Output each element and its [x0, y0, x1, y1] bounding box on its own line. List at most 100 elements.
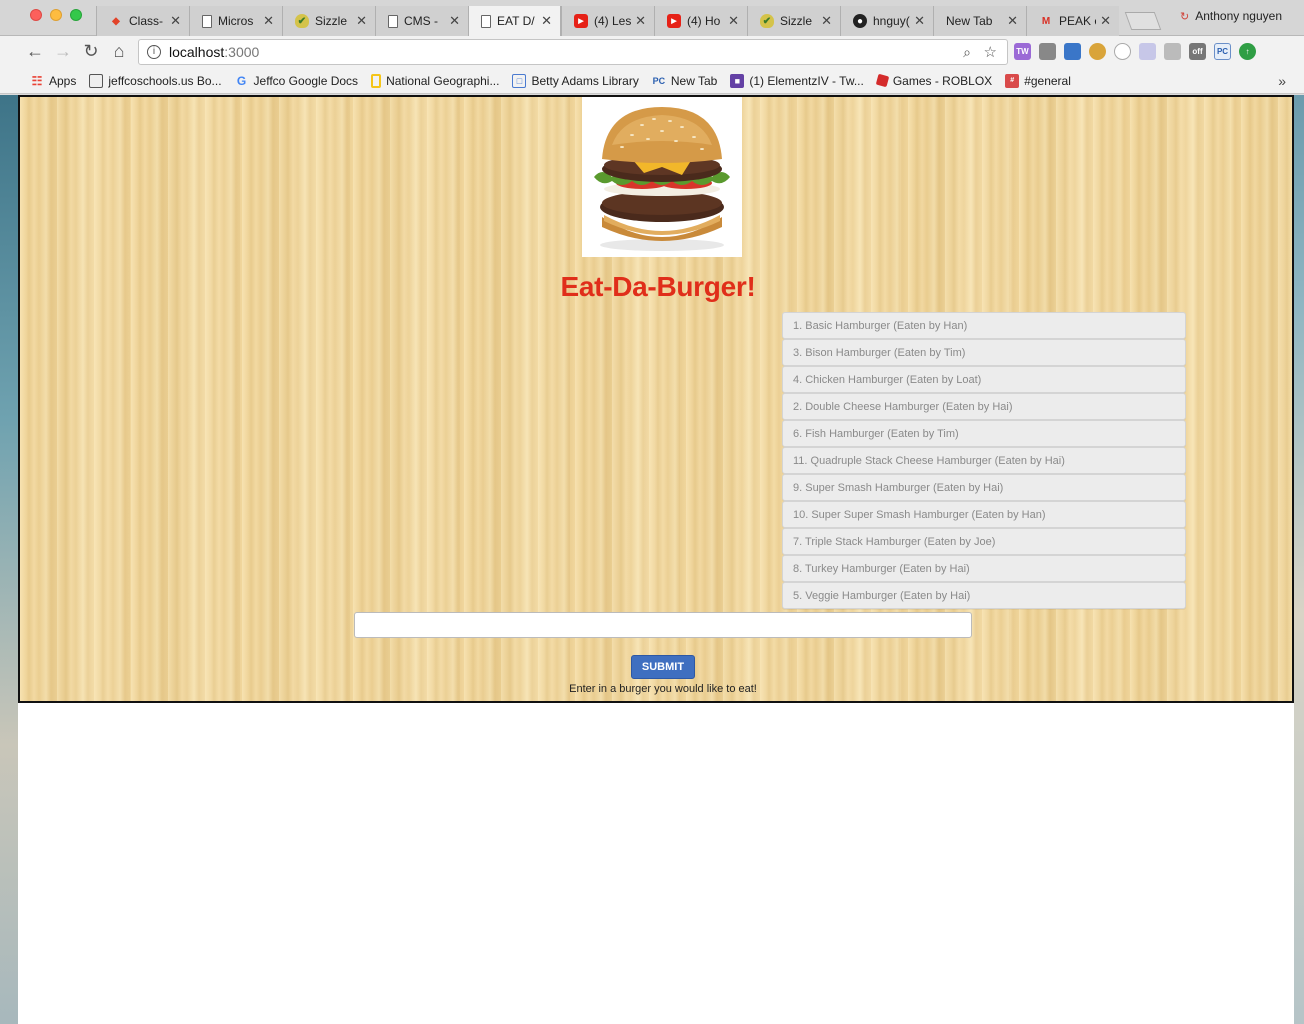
- folder-icon: [89, 73, 104, 88]
- bookmark-2[interactable]: G Jeffco Google Docs: [235, 73, 359, 88]
- tab-label: Class-: [129, 14, 164, 28]
- bookmarks-bar: ☷ Apps jeffcoschools.us Bo... G Jeffco Googl…: [0, 68, 1304, 94]
- bookmark-label: Apps: [49, 73, 77, 88]
- tab-7[interactable]: ✔ Sizzle ✕: [747, 6, 840, 36]
- extension-search-icon[interactable]: [1164, 43, 1181, 60]
- extension-tw-icon[interactable]: TW: [1014, 43, 1031, 60]
- address-host: localhost: [169, 44, 225, 60]
- bookmark-1[interactable]: jeffcoschools.us Bo...: [89, 73, 222, 88]
- bookmark-label: Jeffco Google Docs: [253, 73, 359, 88]
- tab-close-icon[interactable]: ✕: [728, 13, 739, 29]
- burger-name-input[interactable]: [354, 612, 972, 638]
- twitch-icon: ■: [730, 73, 745, 88]
- minimize-window-button[interactable]: [50, 9, 62, 21]
- tab-close-icon[interactable]: ✕: [635, 13, 646, 29]
- tab-label: Sizzle: [780, 14, 813, 28]
- bookmark-7[interactable]: Games - ROBLOX: [875, 73, 992, 88]
- tab-close-icon[interactable]: ✕: [170, 13, 181, 29]
- close-window-button[interactable]: [30, 9, 42, 21]
- slack-icon: #: [1005, 73, 1020, 88]
- reload-icon[interactable]: ↻: [80, 41, 102, 62]
- home-icon[interactable]: ⌂: [108, 41, 130, 62]
- bookmark-star-icon[interactable]: ☆: [984, 43, 997, 61]
- tab-close-icon[interactable]: ✕: [449, 13, 460, 29]
- address-bar[interactable]: i localhost :3000 ⌕ ☆: [138, 39, 1008, 65]
- extension-docs-icon[interactable]: [1139, 43, 1156, 60]
- page-content: Eat-Da-Burger! 1. Basic Hamburger (Eaten…: [18, 95, 1294, 1024]
- burger-list-item: 11. Quadruple Stack Cheese Hamburger (Ea…: [782, 447, 1186, 474]
- bookmark-8[interactable]: # #general: [1005, 73, 1071, 88]
- bookmark-0[interactable]: ☷ Apps: [30, 73, 77, 88]
- tab-label: hnguy(: [873, 14, 910, 28]
- forward-arrow-icon[interactable]: →: [52, 41, 74, 62]
- github-icon: ●: [853, 14, 867, 28]
- extension-update-icon[interactable]: ↑: [1239, 43, 1256, 60]
- tab-close-icon[interactable]: ✕: [541, 13, 552, 29]
- profile-name: Anthony nguyen: [1195, 9, 1282, 23]
- pc-icon: PC: [652, 75, 666, 86]
- extension-globe-icon[interactable]: [1089, 43, 1106, 60]
- zoom-icon[interactable]: ⌕: [963, 44, 971, 61]
- natgeo-icon: [371, 73, 382, 88]
- tab-label: (4) Ho: [687, 14, 721, 28]
- tab-close-icon[interactable]: ✕: [914, 13, 925, 29]
- submit-button[interactable]: SUBMIT: [631, 655, 695, 679]
- bookmark-label: Betty Adams Library: [531, 73, 639, 88]
- document-icon: [202, 14, 212, 28]
- burger-list-item: 2. Double Cheese Hamburger (Eaten by Hai…: [782, 393, 1186, 420]
- burger-list-item: 1. Basic Hamburger (Eaten by Han): [782, 312, 1186, 339]
- page-title: Eat-Da-Burger!: [560, 271, 756, 302]
- back-arrow-icon[interactable]: ←: [24, 41, 46, 62]
- bookmark-4[interactable]: □ Betty Adams Library: [512, 73, 639, 88]
- gitlab-icon: ◆: [112, 15, 120, 27]
- maximize-window-button[interactable]: [70, 9, 82, 21]
- tab-8[interactable]: ● hnguy( ✕: [840, 6, 933, 36]
- tab-10[interactable]: M PEAK e ✕: [1026, 6, 1119, 36]
- tab-3[interactable]: CMS - ✕: [375, 6, 468, 36]
- tab-6[interactable]: ▶ (4) Ho ✕: [654, 6, 747, 36]
- extension-eyedropper-icon[interactable]: [1064, 43, 1081, 60]
- tab-5[interactable]: ▶ (4) Les ✕: [561, 6, 654, 36]
- extension-pocket-icon[interactable]: [1039, 43, 1056, 60]
- tab-label: New Tab: [946, 14, 993, 28]
- burger-list-item: 10. Super Super Smash Hamburger (Eaten b…: [782, 501, 1186, 528]
- window-controls: [30, 9, 82, 21]
- bookmark-label: jeffcoschools.us Bo...: [108, 73, 222, 88]
- burger-list: 1. Basic Hamburger (Eaten by Han) 3. Biso…: [782, 312, 1186, 609]
- tab-1[interactable]: Micros ✕: [189, 6, 282, 36]
- shield-icon: ✔: [295, 14, 309, 28]
- burger-list-item: 5. Veggie Hamburger (Eaten by Hai): [782, 582, 1186, 609]
- tab-label: Sizzle: [315, 14, 348, 28]
- bookmark-5[interactable]: PC New Tab: [652, 74, 718, 88]
- profile-button[interactable]: ↻ Anthony nguyen: [1180, 9, 1282, 23]
- info-icon[interactable]: i: [147, 45, 161, 59]
- tab-2[interactable]: ✔ Sizzle ✕: [282, 6, 375, 36]
- tab-9[interactable]: New Tab ✕: [933, 6, 1026, 36]
- tab-close-icon[interactable]: ✕: [1100, 13, 1111, 29]
- tab-strip: ◆ Class- ✕ Micros ✕ ✔ Sizzle ✕ CMS - ✕ EAT D/ ✕ ▶ (4)…: [0, 0, 1304, 36]
- bookmark-label: #general: [1024, 73, 1071, 88]
- tab-label: CMS -: [404, 14, 438, 28]
- tab-close-icon[interactable]: ✕: [263, 13, 274, 29]
- gmail-icon: M: [1041, 15, 1051, 27]
- bookmark-6[interactable]: ■ (1) ElementzIV - Tw...: [730, 73, 864, 88]
- burger-list-item: 4. Chicken Hamburger (Eaten by Loat): [782, 366, 1186, 393]
- extension-circle-icon[interactable]: [1114, 43, 1131, 60]
- bookmark-3[interactable]: National Geographi...: [371, 73, 499, 88]
- tab-close-icon[interactable]: ✕: [821, 13, 832, 29]
- tab-list: ◆ Class- ✕ Micros ✕ ✔ Sizzle ✕ CMS - ✕ EAT D/ ✕ ▶ (4)…: [96, 6, 1119, 36]
- tab-4[interactable]: EAT D/ ✕: [468, 6, 561, 36]
- extension-off-icon[interactable]: off: [1189, 43, 1206, 60]
- extension-pc-icon[interactable]: PC: [1214, 43, 1231, 60]
- burger-image: [582, 97, 742, 257]
- tab-close-icon[interactable]: ✕: [1007, 13, 1018, 29]
- sync-icon: ↻: [1180, 10, 1190, 23]
- bookmarks-overflow-icon[interactable]: »: [1278, 73, 1286, 89]
- tab-close-icon[interactable]: ✕: [356, 13, 367, 29]
- google-icon: G: [236, 73, 247, 88]
- roblox-icon: [875, 73, 890, 88]
- library-icon: □: [512, 73, 527, 88]
- browser-window: ◆ Class- ✕ Micros ✕ ✔ Sizzle ✕ CMS - ✕ EAT D/ ✕ ▶ (4)…: [0, 0, 1304, 95]
- new-tab-button[interactable]: [1124, 12, 1162, 30]
- tab-0[interactable]: ◆ Class- ✕: [96, 6, 189, 36]
